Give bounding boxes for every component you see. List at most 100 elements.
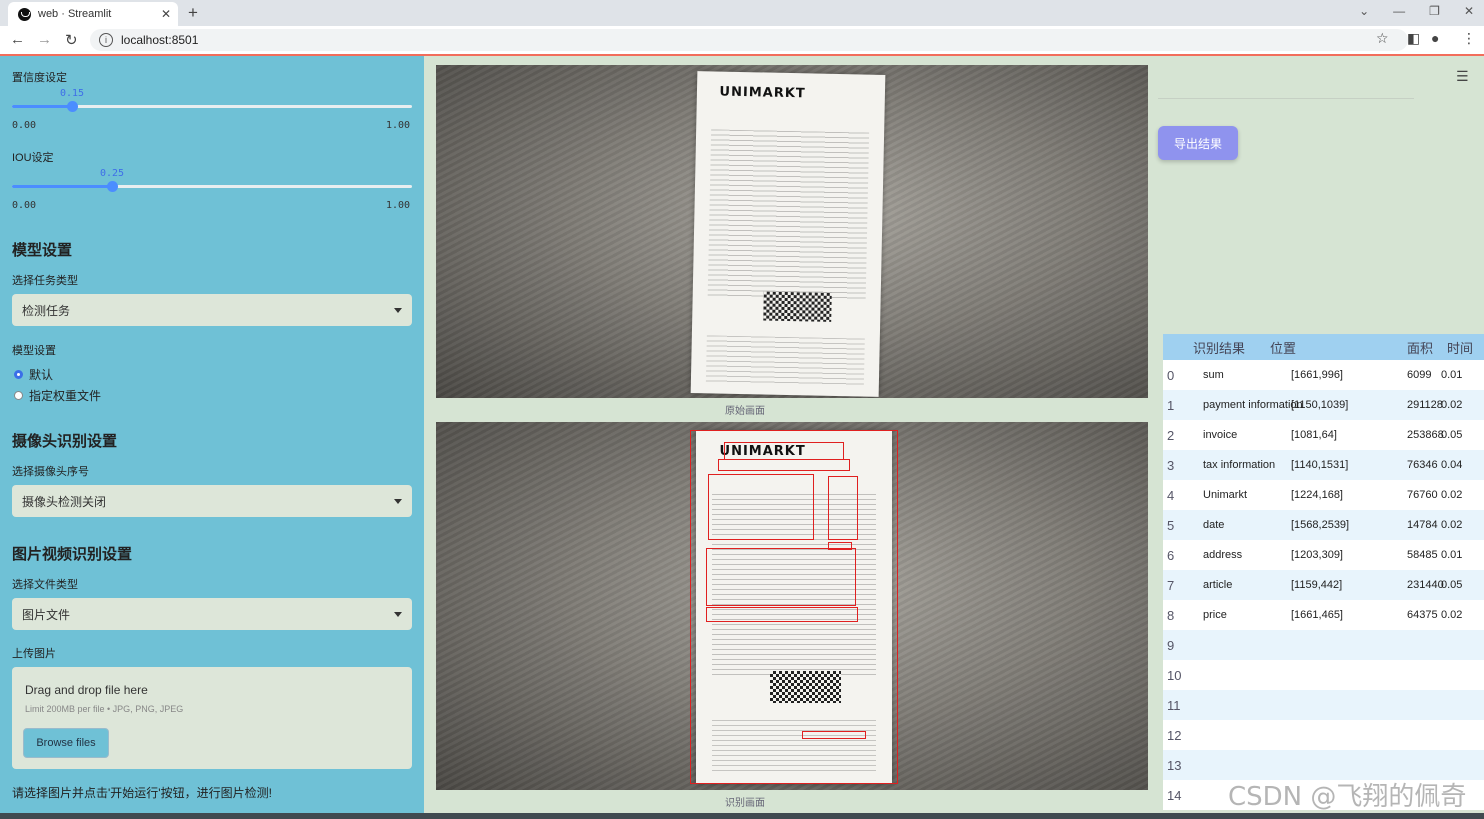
row-position: [1224,168] (1291, 489, 1343, 501)
chevron-down-icon (394, 498, 402, 504)
detection-box-unimarkt (724, 442, 844, 460)
browser-tab[interactable]: web · Streamlit ✕ (8, 2, 178, 26)
row-area: 231440 (1407, 579, 1444, 591)
hamburger-menu-icon[interactable]: ☰ (1456, 68, 1469, 85)
radio-custom-weights[interactable]: 指定权重文件 (14, 387, 101, 404)
table-row[interactable]: 6 address [1203,309] 58485 0.01 (1163, 540, 1484, 570)
table-row[interactable]: 1 payment information [1150,1039] 291128 0.0… (1163, 390, 1484, 420)
file-type-label: 选择文件类型 (12, 579, 78, 591)
row-index: 6 (1167, 547, 1175, 563)
reload-icon[interactable]: ↻ (65, 31, 78, 49)
row-area: 64375 (1407, 609, 1438, 621)
confidence-value: 0.15 (60, 88, 85, 99)
row-index: 14 (1167, 787, 1182, 803)
tab-title: web · Streamlit (38, 8, 112, 20)
bookmark-star-icon[interactable]: ☆ (1376, 30, 1389, 47)
table-row[interactable]: 8 price [1661,465] 64375 0.02 (1163, 600, 1484, 630)
browse-files-button[interactable]: Browse files (23, 728, 109, 758)
url-field[interactable]: i localhost:8501 (90, 29, 1408, 51)
radio-default[interactable]: 默认 (14, 366, 53, 383)
file-dropzone[interactable]: Drag and drop file here Limit 200MB per … (12, 667, 412, 769)
browser-tab-bar: web · Streamlit ✕ + ⌄ — ❐ ✕ (0, 0, 1484, 26)
confidence-min: 0.00 (12, 120, 37, 131)
task-type-value: 检测任务 (22, 303, 71, 318)
confidence-slider-thumb[interactable] (67, 101, 78, 112)
restore-icon[interactable]: ❐ (1429, 4, 1440, 18)
table-row[interactable]: 2 invoice [1081,64] 253868 0.05 (1163, 420, 1484, 450)
row-label: price (1203, 609, 1227, 621)
minimize-icon[interactable]: — (1393, 4, 1405, 18)
header-result[interactable]: 识别结果 (1193, 334, 1245, 360)
row-index: 0 (1167, 367, 1175, 383)
radio-unselected-icon (14, 391, 23, 400)
results-table: 识别结果 位置 面积 时间 0 sum [1661,996] 6099 0.01 1 pay… (1163, 334, 1484, 810)
camera-value: 摄像头检测关闭 (22, 494, 107, 509)
forward-icon[interactable]: → (37, 31, 52, 48)
new-tab-icon[interactable]: + (188, 3, 198, 23)
original-image: UNIMARKT (436, 65, 1148, 398)
receipt-footer-lines (705, 335, 865, 387)
table-row[interactable]: 4 Unimarkt [1224,168] 76760 0.02 (1163, 480, 1484, 510)
row-time: 0.01 (1441, 369, 1463, 381)
row-area: 253868 (1407, 429, 1444, 441)
url-text: localhost:8501 (121, 33, 199, 47)
side-panel-icon[interactable]: ◧ (1407, 30, 1420, 47)
table-row[interactable]: 11 (1163, 690, 1484, 720)
iou-min: 0.00 (12, 200, 37, 211)
confidence-label: 置信度设定 (12, 72, 67, 84)
file-type-select[interactable]: 图片文件 (12, 598, 412, 630)
detection-box-payment (706, 548, 856, 606)
browser-menu-icon[interactable]: ⋮ (1462, 30, 1476, 47)
confidence-max: 1.00 (386, 120, 411, 131)
header-position[interactable]: 位置 (1270, 334, 1296, 360)
header-area[interactable]: 面积 (1407, 334, 1433, 360)
table-row[interactable]: 3 tax information [1140,1531] 76346 0.04 (1163, 450, 1484, 480)
row-label: tax information (1203, 459, 1276, 471)
detection-box-address (718, 459, 850, 471)
export-results-button[interactable]: 导出结果 (1158, 126, 1238, 160)
upload-limit-text: Limit 200MB per file • JPG, PNG, JPEG (25, 704, 184, 714)
file-type-value: 图片文件 (22, 607, 71, 622)
model-setting-label: 模型设置 (12, 345, 56, 357)
detection-box-price (828, 476, 858, 540)
back-icon[interactable]: ← (10, 31, 25, 48)
row-label: payment information (1203, 399, 1303, 411)
row-time: 0.01 (1441, 549, 1463, 561)
iou-value: 0.25 (100, 168, 125, 179)
row-index: 10 (1167, 667, 1182, 683)
table-row[interactable]: 12 (1163, 720, 1484, 750)
site-info-icon[interactable]: i (99, 33, 113, 47)
row-time: 0.02 (1441, 609, 1463, 621)
table-row[interactable]: 0 sum [1661,996] 6099 0.01 (1163, 360, 1484, 390)
row-area: 76346 (1407, 459, 1438, 471)
row-index: 5 (1167, 517, 1175, 533)
radio-selected-icon (14, 370, 23, 379)
drag-drop-text: Drag and drop file here (25, 683, 148, 697)
table-body: 0 sum [1661,996] 6099 0.01 1 payment informati… (1163, 360, 1484, 810)
row-label: date (1203, 519, 1225, 531)
header-time[interactable]: 时间 (1447, 334, 1473, 360)
close-window-icon[interactable]: ✕ (1464, 4, 1474, 18)
row-area: 76760 (1407, 489, 1438, 501)
row-index: 11 (1167, 697, 1181, 713)
tab-search-icon[interactable]: ⌄ (1359, 4, 1369, 18)
table-row[interactable]: 7 article [1159,442] 231440 0.05 (1163, 570, 1484, 600)
row-position: [1661,465] (1291, 609, 1343, 621)
row-label: address (1203, 549, 1243, 561)
table-row[interactable]: 9 (1163, 630, 1484, 660)
close-tab-icon[interactable]: ✕ (158, 7, 174, 21)
iou-slider[interactable] (12, 181, 412, 192)
table-row[interactable]: 5 date [1568,2539] 14784 0.02 (1163, 510, 1484, 540)
row-position: [1568,2539] (1291, 519, 1350, 531)
task-type-select[interactable]: 检测任务 (12, 294, 412, 326)
confidence-slider[interactable] (12, 101, 412, 112)
row-index: 3 (1167, 457, 1175, 473)
model-section-title: 模型设置 (12, 242, 73, 259)
profile-icon[interactable]: ● (1431, 30, 1439, 46)
iou-slider-thumb[interactable] (107, 181, 118, 192)
row-position: [1661,996] (1291, 369, 1343, 381)
row-time: 0.02 (1441, 489, 1463, 501)
original-caption: 原始画面 (725, 406, 765, 417)
camera-select[interactable]: 摄像头检测关闭 (12, 485, 412, 517)
table-row[interactable]: 10 (1163, 660, 1484, 690)
